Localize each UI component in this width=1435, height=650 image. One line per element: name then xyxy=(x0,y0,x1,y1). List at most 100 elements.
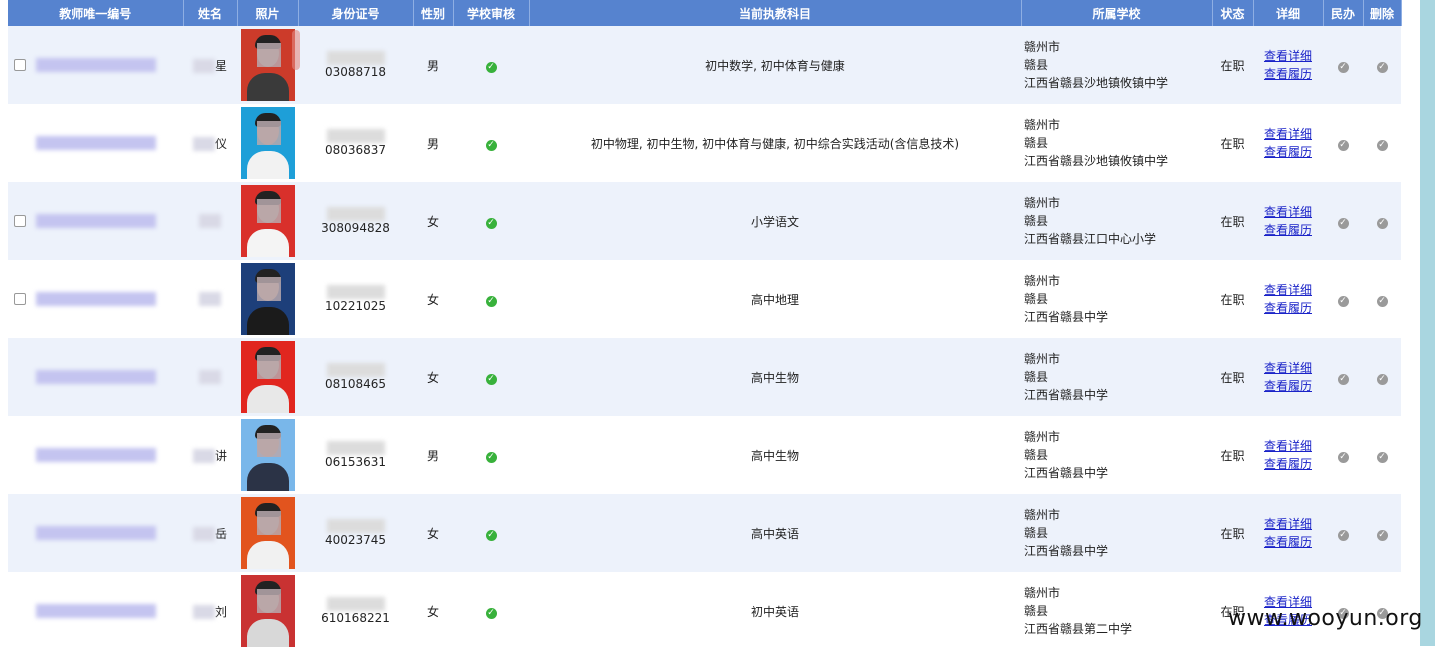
private-cell: ✓ xyxy=(1323,182,1363,260)
id-number-cell: 03088718 xyxy=(298,26,413,104)
gender-cell: 女 xyxy=(413,572,453,650)
private-toggle-icon[interactable]: ✓ xyxy=(1337,139,1349,151)
approved-check-icon: ✓ xyxy=(485,61,497,73)
review-cell: ✓ xyxy=(453,572,529,650)
id-number-redacted xyxy=(326,51,385,66)
detail-cell: 查看详细 查看履历 xyxy=(1253,104,1323,182)
review-cell: ✓ xyxy=(453,26,529,104)
name-redacted xyxy=(192,605,215,619)
name-cell: 岳 xyxy=(183,494,237,572)
view-detail-link[interactable]: 查看详细 xyxy=(1253,281,1323,299)
id-number-redacted xyxy=(326,207,385,222)
gender-cell: 女 xyxy=(413,182,453,260)
header-current-subjects[interactable]: 当前执教科目 xyxy=(529,0,1022,26)
school-name: 江西省赣县沙地镇攸镇中学 xyxy=(1024,76,1169,90)
private-toggle-icon[interactable]: ✓ xyxy=(1337,451,1349,463)
school-county: 赣县 xyxy=(1024,604,1049,618)
view-resume-link[interactable]: 查看履历 xyxy=(1253,221,1323,239)
delete-icon[interactable]: ✓ xyxy=(1376,217,1388,229)
header-gender[interactable]: 性别 xyxy=(413,0,454,26)
gender-cell: 女 xyxy=(413,494,453,572)
id-number-cell: 40023745 xyxy=(298,494,413,572)
photo-cell xyxy=(237,416,298,494)
private-cell: ✓ xyxy=(1323,416,1363,494)
photo-cell xyxy=(237,182,298,260)
review-cell: ✓ xyxy=(453,182,529,260)
header-school-review[interactable]: 学校审核 xyxy=(453,0,530,26)
photo-cell xyxy=(237,572,298,650)
row-checkbox[interactable] xyxy=(14,215,26,228)
header-school[interactable]: 所属学校 xyxy=(1021,0,1213,26)
teacher-id-cell xyxy=(8,182,183,260)
delete-icon[interactable]: ✓ xyxy=(1376,295,1388,307)
view-resume-link[interactable]: 查看履历 xyxy=(1253,143,1323,161)
view-resume-link[interactable]: 查看履历 xyxy=(1253,65,1323,83)
id-number-cell: 610168221 xyxy=(298,572,413,650)
header-name[interactable]: 姓名 xyxy=(183,0,238,26)
id-number-tail: 610168221 xyxy=(321,611,390,626)
review-cell: ✓ xyxy=(453,416,529,494)
header-detail: 详细 xyxy=(1253,0,1324,26)
approved-check-icon: ✓ xyxy=(485,295,497,307)
view-resume-link[interactable]: 查看履历 xyxy=(1253,299,1323,317)
view-detail-link[interactable]: 查看详细 xyxy=(1253,125,1323,143)
delete-icon[interactable]: ✓ xyxy=(1376,373,1388,385)
name-redacted xyxy=(192,527,215,541)
school-city: 赣州市 xyxy=(1024,352,1061,366)
private-toggle-icon[interactable]: ✓ xyxy=(1337,529,1349,541)
approved-check-icon: ✓ xyxy=(485,139,497,151)
private-cell: ✓ xyxy=(1323,338,1363,416)
approved-check-icon: ✓ xyxy=(485,217,497,229)
photo-cell xyxy=(237,494,298,572)
header-status[interactable]: 状态 xyxy=(1212,0,1254,26)
delete-icon[interactable]: ✓ xyxy=(1376,61,1388,73)
header-teacher-id[interactable]: 教师唯一编号 xyxy=(8,0,184,26)
table-header-row: 教师唯一编号 姓名 照片 身份证号 性别 学校审核 当前执教科目 所属学校 状态… xyxy=(8,0,1402,26)
id-number-redacted xyxy=(326,363,385,378)
teacher-photo xyxy=(240,497,295,569)
page-scrollbar-strip xyxy=(1420,0,1435,646)
view-resume-link[interactable]: 查看履历 xyxy=(1253,533,1323,551)
name-suffix: 讲 xyxy=(214,448,227,463)
row-checkbox[interactable] xyxy=(14,59,26,72)
status-cell: 在职 xyxy=(1212,416,1253,494)
private-toggle-icon[interactable]: ✓ xyxy=(1337,295,1349,307)
gender-cell: 男 xyxy=(413,104,453,182)
view-detail-link[interactable]: 查看详细 xyxy=(1253,359,1323,377)
view-detail-link[interactable]: 查看详细 xyxy=(1253,437,1323,455)
teacher-id-redacted xyxy=(35,214,156,229)
subject-cell: 小学语文 xyxy=(529,182,1021,260)
private-toggle-icon[interactable]: ✓ xyxy=(1337,217,1349,229)
teacher-id-cell xyxy=(8,494,183,572)
id-number-tail: 03088718 xyxy=(324,65,387,80)
delete-icon[interactable]: ✓ xyxy=(1376,529,1388,541)
subject-cell: 高中英语 xyxy=(529,494,1021,572)
school-name: 江西省赣县沙地镇攸镇中学 xyxy=(1024,154,1169,168)
row-checkbox[interactable] xyxy=(14,293,26,306)
approved-check-icon: ✓ xyxy=(485,607,497,619)
view-resume-link[interactable]: 查看履历 xyxy=(1253,377,1323,395)
name-cell xyxy=(183,260,237,338)
view-detail-link[interactable]: 查看详细 xyxy=(1253,203,1323,221)
watermark: www.wooyun.org xyxy=(1228,606,1423,631)
delete-icon[interactable]: ✓ xyxy=(1376,139,1388,151)
teacher-id-redacted xyxy=(35,292,156,307)
photo-artifact xyxy=(292,30,300,70)
school-name: 江西省赣县中学 xyxy=(1024,466,1109,480)
name-suffix: 仪 xyxy=(214,136,227,151)
school-city: 赣州市 xyxy=(1024,40,1061,54)
name-cell: 讲 xyxy=(183,416,237,494)
delete-icon[interactable]: ✓ xyxy=(1376,451,1388,463)
table-row: 岳 40023745 女 ✓ 高中英语 赣州市 赣县 江西省赣县中学 在职 查看… xyxy=(8,494,1401,572)
private-cell: ✓ xyxy=(1323,494,1363,572)
view-detail-link[interactable]: 查看详细 xyxy=(1253,47,1323,65)
private-toggle-icon[interactable]: ✓ xyxy=(1337,373,1349,385)
approved-check-icon: ✓ xyxy=(485,529,497,541)
school-city: 赣州市 xyxy=(1024,430,1061,444)
teacher-id-cell xyxy=(8,572,183,650)
header-id-number[interactable]: 身份证号 xyxy=(298,0,414,26)
view-resume-link[interactable]: 查看履历 xyxy=(1253,455,1323,473)
view-detail-link[interactable]: 查看详细 xyxy=(1253,515,1323,533)
name-suffix: 星 xyxy=(214,58,227,73)
private-toggle-icon[interactable]: ✓ xyxy=(1337,61,1349,73)
